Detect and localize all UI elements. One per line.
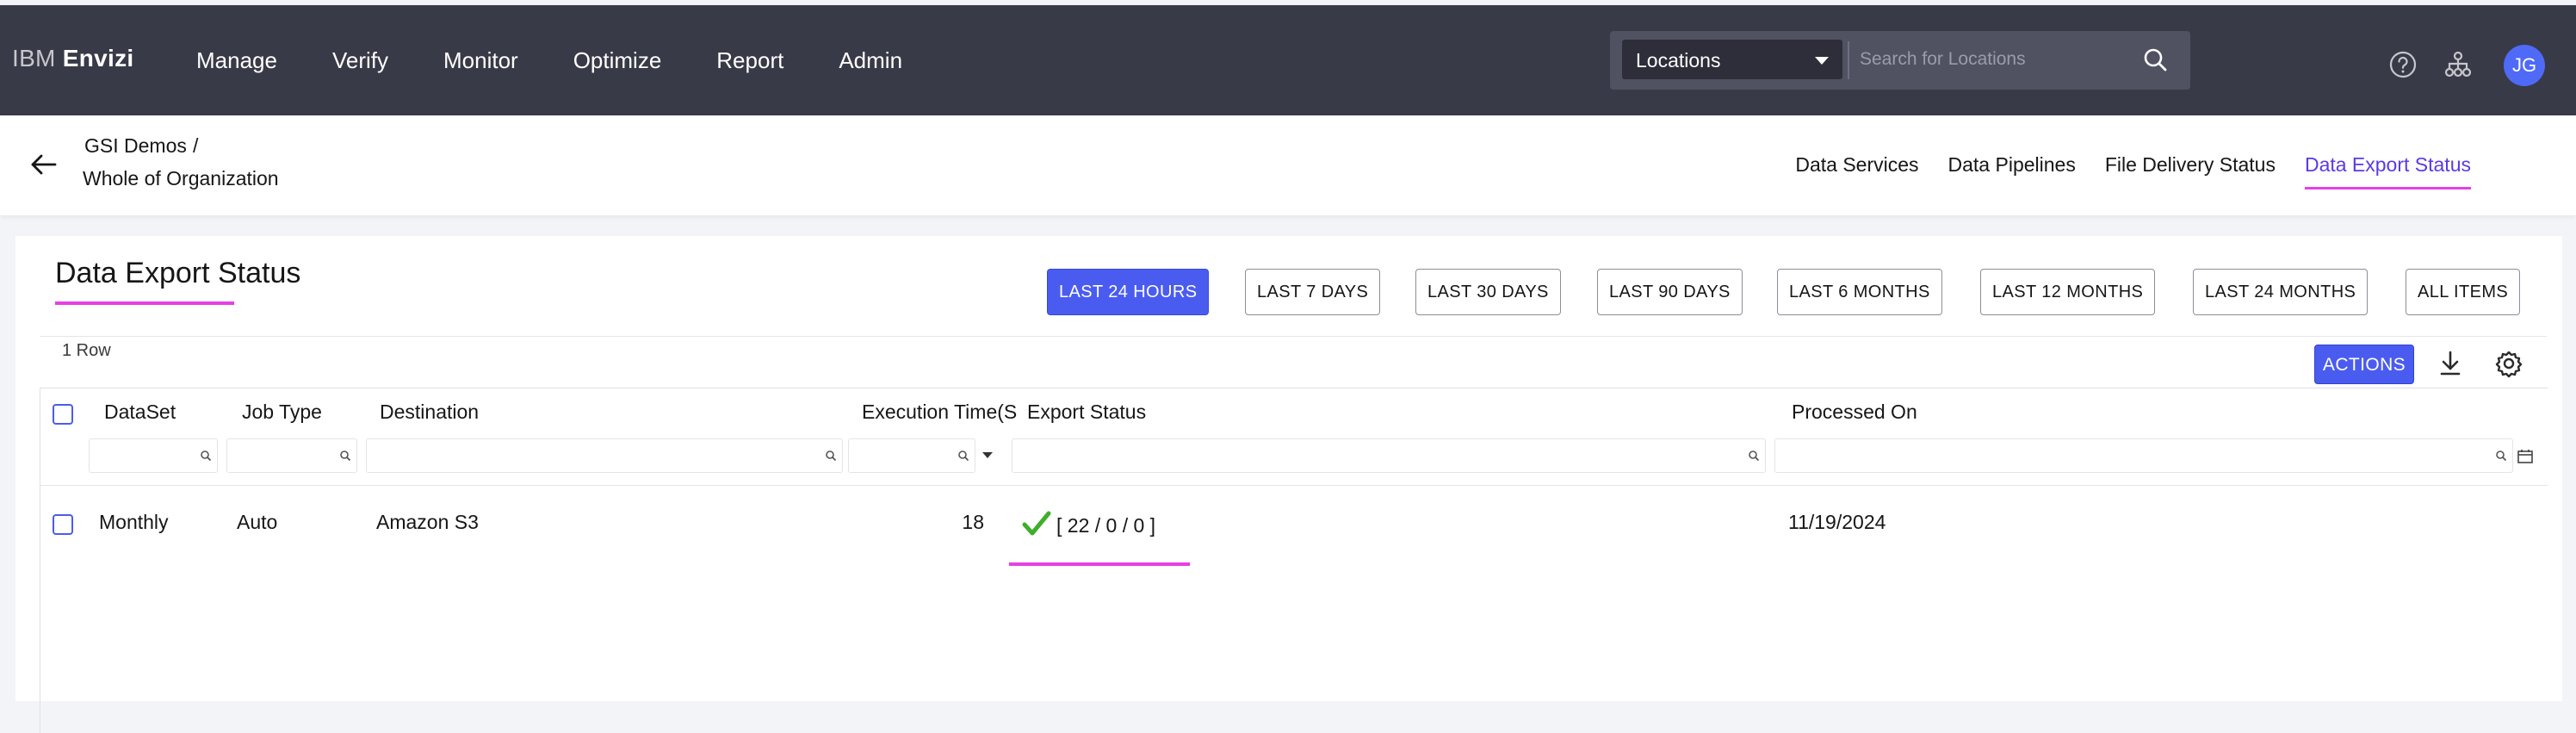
range-last-30-days-button[interactable]: LAST 30 DAYS <box>1415 269 1561 315</box>
search-scope-value: Locations <box>1636 49 1721 71</box>
range-last-12-months-button[interactable]: LAST 12 MONTHS <box>1980 269 2156 315</box>
column-header-dataset[interactable]: DataSet <box>104 401 176 424</box>
cell-export-status: [ 22 / 0 / 0 ] <box>1056 514 1156 537</box>
data-export-card: Data Export Status LAST 24 HOURS LAST 7 … <box>15 236 2562 733</box>
column-header-job-type[interactable]: Job Type <box>242 401 322 424</box>
search-icon <box>2496 450 2507 462</box>
range-last-6-months-button[interactable]: LAST 6 MONTHS <box>1777 269 1942 315</box>
range-last-24-months-button[interactable]: LAST 24 MONTHS <box>2193 269 2369 315</box>
search-scope-select[interactable]: Locations <box>1622 40 1842 79</box>
status-underline <box>1009 562 1190 566</box>
nav-item-report[interactable]: Report <box>716 47 783 74</box>
job-type-filter-input[interactable] <box>226 438 357 473</box>
row-checkbox[interactable] <box>53 514 73 535</box>
cell-execution-time: 18 <box>962 511 984 533</box>
cell-dataset: Monthly <box>99 511 169 533</box>
search-input[interactable] <box>1849 40 2133 79</box>
column-header-processed-on[interactable]: Processed On <box>1792 401 1917 424</box>
tab-data-services[interactable]: Data Services <box>1795 153 1918 189</box>
execution-time-filter-input[interactable] <box>848 438 975 473</box>
breadcrumb-parent[interactable]: GSI Demos <box>84 134 187 158</box>
header-divider <box>40 485 2548 486</box>
range-last-24-hours-button[interactable]: LAST 24 HOURS <box>1047 269 1210 315</box>
range-last-90-days-button[interactable]: LAST 90 DAYS <box>1597 269 1743 315</box>
search-icon <box>826 450 837 462</box>
range-last-7-days-button[interactable]: LAST 7 DAYS <box>1245 269 1381 315</box>
filter-operator-dropdown-icon[interactable] <box>982 452 993 458</box>
export-status-filter-input[interactable] <box>1012 438 1766 473</box>
export-status-grid: DataSet Job Type Destination Execution T… <box>40 388 2548 733</box>
divider <box>40 336 2547 337</box>
nav-item-optimize[interactable]: Optimize <box>573 47 662 74</box>
hierarchy-icon[interactable] <box>2443 50 2473 79</box>
search-icon[interactable] <box>2139 43 2173 78</box>
search-icon <box>1749 450 1760 462</box>
top-navigation-bar: IBM Envizi Manage Verify Monitor Optimiz… <box>0 5 2576 115</box>
search-icon <box>201 450 212 462</box>
column-header-destination[interactable]: Destination <box>380 401 479 424</box>
nav-item-monitor[interactable]: Monitor <box>443 47 518 74</box>
caret-down-icon <box>1815 57 1829 65</box>
range-all-items-button[interactable]: ALL ITEMS <box>2406 269 2521 315</box>
actions-button[interactable]: ACTIONS <box>2314 345 2414 384</box>
checkmark-icon <box>1022 509 1051 538</box>
nav-item-admin[interactable]: Admin <box>839 47 902 74</box>
cell-job-type: Auto <box>237 511 278 533</box>
tab-data-export-status[interactable]: Data Export Status <box>2304 153 2471 189</box>
nav-item-manage[interactable]: Manage <box>196 47 277 74</box>
breadcrumb-current[interactable]: Whole of Organization <box>83 167 279 190</box>
global-search: Locations <box>1610 31 2190 90</box>
help-icon[interactable] <box>2388 50 2418 79</box>
download-icon[interactable] <box>2431 345 2469 382</box>
column-header-export-status[interactable]: Export Status <box>1027 401 1146 424</box>
nav-item-verify[interactable]: Verify <box>332 47 388 74</box>
back-arrow-icon[interactable] <box>28 148 60 181</box>
brand-name: Envizi <box>62 45 134 71</box>
brand-prefix: IBM <box>12 45 56 71</box>
page-title: Data Export Status <box>55 257 301 289</box>
sub-header: GSI Demos / Whole of Organization Data S… <box>0 115 2576 215</box>
search-icon <box>340 450 351 462</box>
column-header-execution-time[interactable]: Execution Time(S <box>862 401 1048 424</box>
dataset-filter-input[interactable] <box>89 438 218 473</box>
user-avatar[interactable]: JG <box>2504 45 2545 86</box>
row-count: 1 Row <box>62 341 111 360</box>
title-underline <box>55 301 234 305</box>
select-all-checkbox[interactable] <box>53 404 73 425</box>
cell-processed-on: 11/19/2024 <box>1788 511 1886 533</box>
search-icon <box>958 450 969 462</box>
destination-filter-input[interactable] <box>366 438 843 473</box>
cell-destination: Amazon S3 <box>376 511 479 533</box>
processed-on-filter-input[interactable] <box>1774 438 2513 473</box>
main-nav: Manage Verify Monitor Optimize Report Ad… <box>196 5 957 115</box>
brand-logo[interactable]: IBM Envizi <box>12 45 134 72</box>
settings-gear-icon[interactable] <box>2490 345 2528 382</box>
tab-file-delivery-status[interactable]: File Delivery Status <box>2105 153 2276 189</box>
sub-tabs: Data Services Data Pipelines File Delive… <box>1766 153 2471 189</box>
tab-data-pipelines[interactable]: Data Pipelines <box>1948 153 2076 189</box>
breadcrumb-separator: / <box>193 134 199 157</box>
calendar-icon[interactable] <box>2517 449 2534 464</box>
